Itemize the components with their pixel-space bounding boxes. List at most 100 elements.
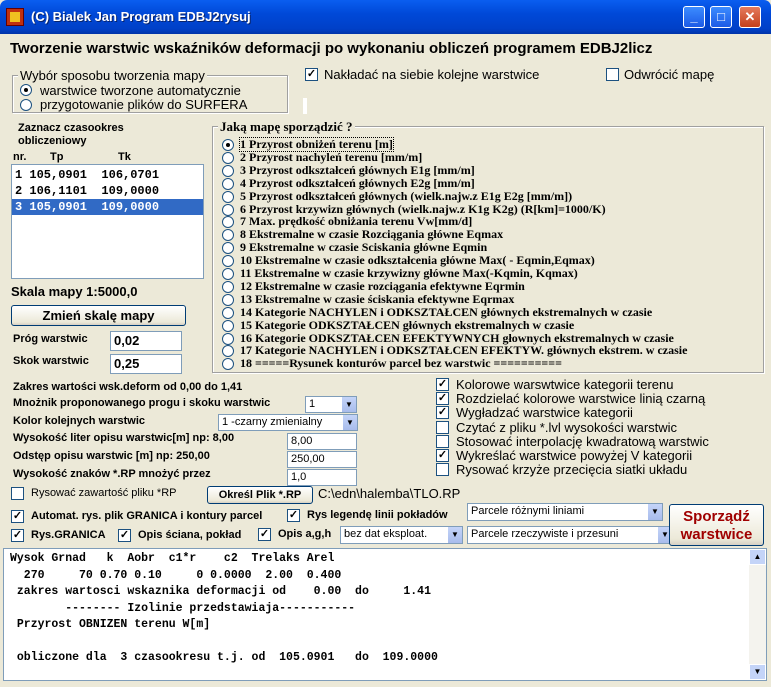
option-checkbox[interactable]: ✓	[436, 449, 449, 462]
radio-surfer[interactable]	[20, 99, 32, 114]
rp-checkbox[interactable]	[11, 487, 24, 500]
radio-icon	[222, 229, 234, 242]
chevron-down-icon[interactable]: ▼	[647, 504, 662, 520]
chevron-down-icon[interactable]: ▼	[447, 527, 462, 543]
rys-granica-label: Rys.GRANICA	[31, 529, 106, 541]
legend-label: Rys legendę linii pokładów	[307, 509, 448, 521]
list-item[interactable]: 3 105,0901 109,0000	[12, 199, 203, 215]
page-title: Tworzenie warstwic wskaźników deformacji…	[10, 40, 653, 57]
map-type-label: 13 Ekstremalne w czasie ściskania efekty…	[240, 291, 515, 306]
option-label: Kolorowe warswtwice kategorii terenu	[456, 377, 674, 392]
letter-height-input[interactable]: 8,00	[287, 433, 357, 450]
option-label: Stosować interpolację kwadratową warstwi…	[456, 433, 709, 449]
rp-path: C:\edn\halemba\TLO.RP	[318, 486, 461, 501]
opis-agh-checkbox[interactable]: ✓	[258, 528, 271, 541]
output-line: 270 70 0.70 0.10 0 0.0000 2.00 0.400	[10, 568, 342, 582]
letter-height-label: Wysokość liter opisu warstwic[m] np: 8,0…	[13, 432, 235, 444]
change-scale-button[interactable]: Zmień skalę mapy	[11, 305, 186, 326]
col-nr: nr.	[13, 151, 27, 163]
maximize-button[interactable]: □	[710, 6, 732, 28]
scroll-down-icon[interactable]: ▼	[749, 664, 766, 680]
map-type-label: 4 Przyrost odkształceń głównych E2g [mm/…	[240, 175, 475, 190]
map-type-label: 18 =====Rysunek konturów parcel bez wars…	[240, 356, 562, 371]
char-height-input[interactable]: 1,0	[287, 469, 357, 486]
window-title: (C) Bialek Jan Program EDBJ2rysuj	[31, 9, 251, 24]
range-text: Zakres wartości wsk.deform od 0,00 do 1,…	[13, 381, 243, 393]
output-line: zakres wartosci wskaznika deformacji od …	[10, 585, 431, 598]
radio-icon	[20, 84, 32, 96]
granica-label: Automat. rys. plik GRANICA i kontury par…	[31, 510, 263, 522]
rys-granica-checkbox[interactable]: ✓	[11, 529, 24, 542]
exploit-select[interactable]: bez dat eksploat. ▼	[340, 526, 463, 544]
col-tk: Tk	[118, 151, 131, 163]
radio-auto[interactable]	[20, 84, 32, 99]
option-checkbox[interactable]: ✓	[436, 392, 449, 406]
vertical-scrollbar[interactable]: ▲ ▼	[749, 549, 766, 680]
output-line: -------- Izolinie przedstawiaja---------…	[10, 601, 356, 615]
periods-list[interactable]: 1 105,0901 106,0701 2 106,1101 109,0000 …	[11, 164, 204, 279]
option-checkbox[interactable]	[436, 420, 449, 434]
legend-checkbox[interactable]: ✓	[287, 509, 300, 522]
radio-icon	[222, 216, 234, 229]
list-item[interactable]: 1 105,0901 106,0701	[12, 167, 203, 183]
radio-icon	[222, 177, 234, 190]
opis-sciana-checkbox[interactable]: ✓	[118, 529, 131, 542]
map-type-label: 2 Przyrost nachyleń terenu [mm/m]	[240, 149, 423, 164]
close-button[interactable]: ✕	[739, 6, 761, 28]
option-label: Rozdzielać kolorowe warstwice linią czar…	[456, 391, 706, 407]
option-checkbox[interactable]	[436, 463, 449, 477]
rp-label: Rysować zawartość pliku *RP	[31, 487, 177, 499]
radio-icon	[222, 139, 234, 151]
threshold-input[interactable]: 0,02	[110, 331, 182, 351]
option-checkbox[interactable]: ✓	[436, 406, 449, 420]
parcels-lines-select[interactable]: Parcele różnymi liniami ▼	[467, 503, 663, 521]
radio-icon	[222, 268, 234, 280]
make-contours-button[interactable]: Sporządź warstwice	[669, 504, 764, 546]
radio-icon	[222, 280, 234, 293]
map-type-label: 12 Ekstremalne w czasie rozciągania efek…	[240, 278, 525, 293]
radio-icon	[222, 319, 234, 332]
step-label: Skok warstwic	[13, 355, 89, 367]
choose-rp-file-button[interactable]: Określ Plik *.RP	[207, 486, 313, 504]
color-select[interactable]: 1 -czarny zmienialny ▼	[218, 414, 358, 431]
overlay-label: Nakładać na siebie kolejne warstwice	[324, 67, 540, 82]
threshold-label: Próg warstwic	[13, 333, 88, 345]
radio-icon	[222, 358, 234, 371]
list-item[interactable]: 2 106,1101 109,0000	[12, 183, 203, 199]
minimize-button[interactable]: _	[683, 6, 705, 28]
radio-icon	[222, 164, 234, 177]
flip-checkbox[interactable]	[606, 68, 619, 81]
radio-icon	[20, 99, 32, 111]
radio-icon	[222, 255, 234, 268]
output-line: Wysok Grnad k Aobr c1*r c2 Trelaks Arel	[10, 552, 335, 565]
char-height-label: Wysokość znaków *.RP mnożyć przez	[13, 468, 211, 480]
make-button-line1: Sporządź	[683, 508, 750, 525]
options-checklist: ✓ Kolorowe warswtwice kategorii terenu ✓ Ro…	[436, 377, 766, 482]
map-method-legend: Wybór sposobu tworzenia mapy	[18, 68, 207, 83]
multiplier-select[interactable]: 1 ▼	[305, 396, 357, 413]
periods-label: Zaznacz czasookres obliczeniowy	[18, 122, 124, 147]
overlay-checkbox[interactable]: ✓	[305, 68, 318, 81]
parcels-real-select[interactable]: Parcele rzeczywiste i przesuni ▼	[467, 526, 673, 544]
option-checkbox[interactable]: ✓	[436, 378, 449, 391]
radio-icon	[222, 203, 234, 216]
desc-distance-input[interactable]: 250,00	[287, 451, 357, 468]
option-label: Wygładzać warstwice kategorii	[456, 405, 633, 421]
color-label: Kolor kolejnych warstwic	[13, 415, 146, 427]
radio-icon	[222, 306, 234, 319]
radio-icon	[222, 293, 234, 306]
granica-checkbox[interactable]: ✓	[11, 510, 24, 523]
output-line: Przyrost OBNIZEN terenu W[m]	[10, 618, 211, 631]
output-textarea[interactable]: Wysok Grnad k Aobr c1*r c2 Trelaks Arel …	[3, 548, 767, 681]
chevron-down-icon[interactable]: ▼	[342, 415, 357, 430]
radio-icon	[222, 332, 234, 345]
step-input[interactable]: 0,25	[110, 354, 182, 374]
option-checkbox[interactable]	[436, 434, 449, 448]
map-type-options: 1 Przyrost obniżeń terenu [m] 2 Przyrost …	[222, 137, 762, 371]
chevron-down-icon[interactable]: ▼	[341, 397, 356, 412]
desc-distance-label: Odstęp opisu warstwic [m] np: 250,00	[13, 450, 210, 462]
option-label: Czytać z pliku *.lvl wysokości warstwic	[456, 419, 678, 435]
radio-auto-label: warstwice tworzone automatycznie	[40, 83, 241, 98]
make-button-line2: warstwice	[680, 526, 753, 543]
scroll-up-icon[interactable]: ▲	[749, 549, 766, 565]
